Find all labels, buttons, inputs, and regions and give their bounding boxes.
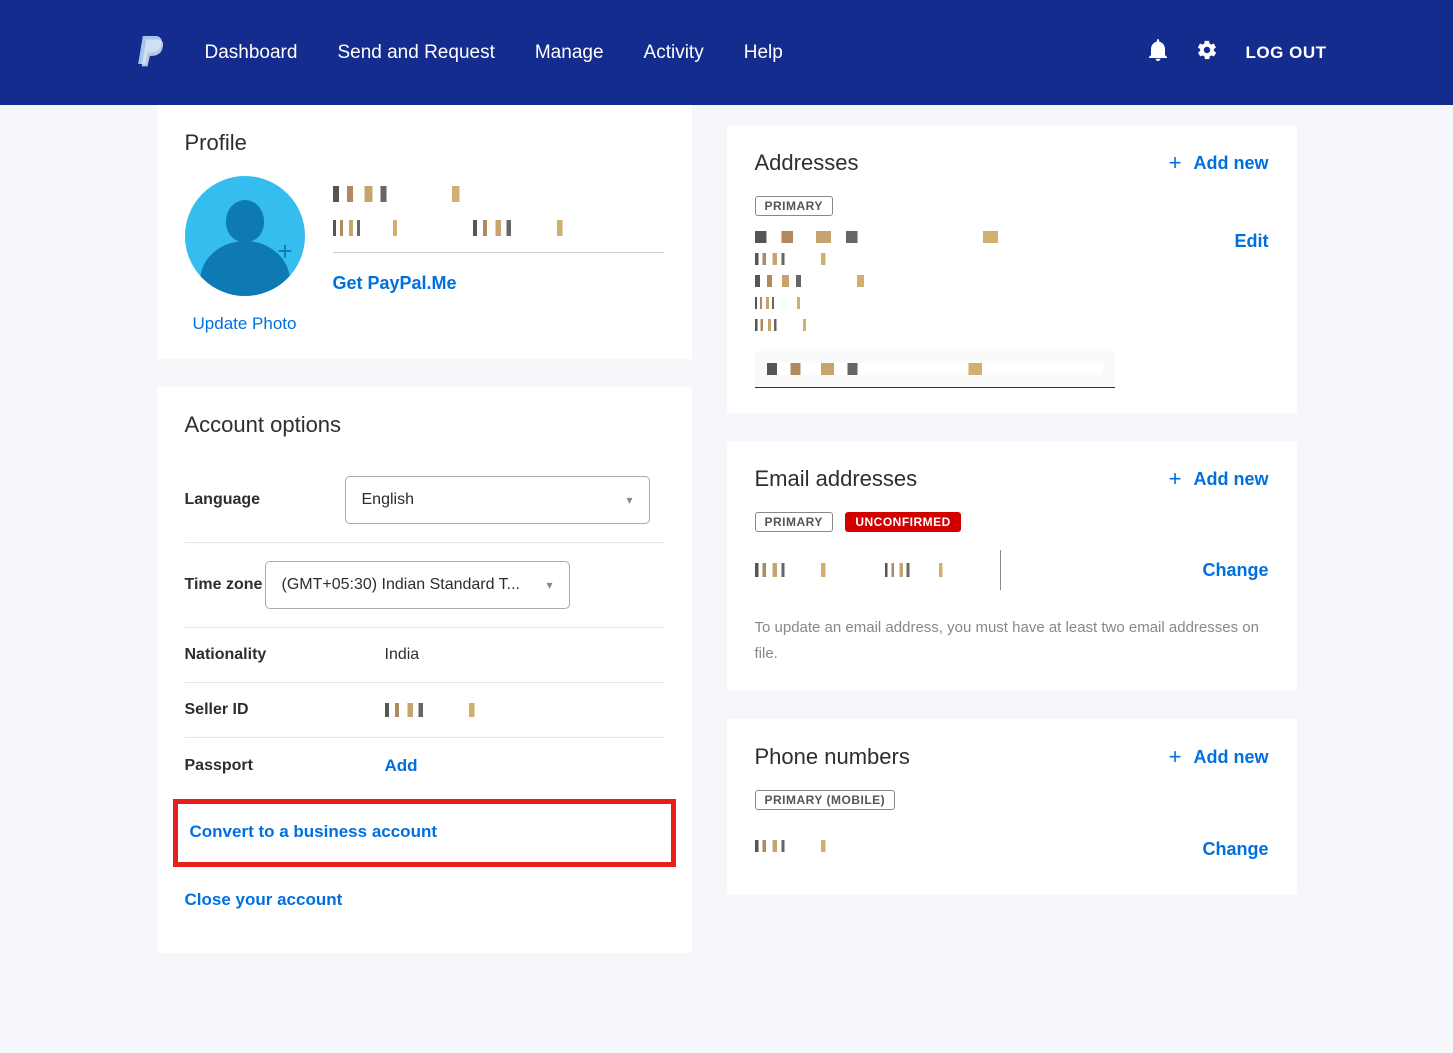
chevron-down-icon: ▾ xyxy=(626,493,632,507)
phones-title: Phone numbers xyxy=(755,744,910,770)
nationality-value: India xyxy=(345,646,664,664)
nav-activity[interactable]: Activity xyxy=(644,42,704,64)
phone-redacted xyxy=(755,840,865,852)
logout-button[interactable]: LOG OUT xyxy=(1246,43,1327,63)
nav-send-request[interactable]: Send and Request xyxy=(337,42,494,64)
nationality-label: Nationality xyxy=(185,646,345,664)
profile-title: Profile xyxy=(185,130,664,156)
convert-business-link[interactable]: Convert to a business account xyxy=(190,822,438,841)
emails-card: Email addresses + Add new PRIMARY UNCONF… xyxy=(727,441,1297,691)
plus-icon: + xyxy=(1169,746,1182,768)
paypal-me-link[interactable]: Get PayPal.Me xyxy=(333,273,664,294)
email-redacted xyxy=(755,550,1006,590)
option-row-timezone: Time zone (GMT+05:30) Indian Standard T.… xyxy=(185,543,664,628)
profile-card: Profile + Update Photo Get xyxy=(157,105,692,359)
unconfirmed-badge: UNCONFIRMED xyxy=(845,512,961,532)
seller-id-redacted xyxy=(385,703,525,717)
emails-add-new[interactable]: + Add new xyxy=(1169,468,1269,490)
email-note: To update an email address, you must hav… xyxy=(755,615,1269,666)
address-redacted xyxy=(755,231,1135,341)
address-footer-redacted xyxy=(755,351,1115,388)
option-row-nationality: Nationality India xyxy=(185,628,664,683)
phones-card: Phone numbers + Add new PRIMARY (MOBILE)… xyxy=(727,719,1297,895)
avatar-icon[interactable]: + xyxy=(185,176,305,296)
nav-manage[interactable]: Manage xyxy=(535,42,604,64)
profile-email-redacted xyxy=(473,220,613,236)
primary-badge: PRIMARY xyxy=(755,512,833,532)
emails-title: Email addresses xyxy=(755,466,918,492)
update-photo-link[interactable]: Update Photo xyxy=(185,314,305,334)
profile-account-type-redacted xyxy=(333,220,433,236)
chevron-down-icon: ▾ xyxy=(546,578,552,592)
passport-add-link[interactable]: Add xyxy=(385,756,418,775)
timezone-select[interactable]: (GMT+05:30) Indian Standard T... ▾ xyxy=(265,561,570,609)
phone-change-link[interactable]: Change xyxy=(1202,839,1268,860)
email-change-link[interactable]: Change xyxy=(1202,560,1268,581)
nav-help[interactable]: Help xyxy=(744,42,783,64)
option-row-seller-id: Seller ID xyxy=(185,683,664,738)
paypal-logo-icon[interactable] xyxy=(137,33,165,72)
option-row-language: Language English ▾ xyxy=(185,458,664,543)
addresses-card: Addresses + Add new PRIMARY Edit xyxy=(727,125,1297,413)
convert-highlight: Convert to a business account xyxy=(173,799,676,867)
plus-icon: + xyxy=(1169,468,1182,490)
nav-dashboard[interactable]: Dashboard xyxy=(205,42,298,64)
primary-badge: PRIMARY xyxy=(755,196,833,216)
passport-label: Passport xyxy=(185,757,345,775)
plus-icon: + xyxy=(277,236,292,267)
addresses-add-new[interactable]: + Add new xyxy=(1169,152,1269,174)
bell-icon[interactable] xyxy=(1148,39,1168,66)
addresses-title: Addresses xyxy=(755,150,859,176)
option-row-passport: Passport Add xyxy=(185,738,664,794)
timezone-value: (GMT+05:30) Indian Standard T... xyxy=(282,576,521,594)
phones-add-new[interactable]: + Add new xyxy=(1169,746,1269,768)
plus-icon: + xyxy=(1169,152,1182,174)
account-options-title: Account options xyxy=(185,412,664,438)
main-nav: Dashboard Send and Request Manage Activi… xyxy=(205,42,783,64)
gear-icon[interactable] xyxy=(1196,39,1218,66)
main-header: Dashboard Send and Request Manage Activi… xyxy=(0,0,1453,105)
close-account-link[interactable]: Close your account xyxy=(185,890,343,909)
account-options-card: Account options Language English ▾ Time … xyxy=(157,387,692,953)
address-edit-link[interactable]: Edit xyxy=(1235,231,1269,252)
profile-name-redacted xyxy=(333,186,532,202)
language-label: Language xyxy=(185,491,345,509)
primary-mobile-badge: PRIMARY (MOBILE) xyxy=(755,790,896,810)
seller-id-label: Seller ID xyxy=(185,701,345,719)
language-value: English xyxy=(362,491,414,509)
language-select[interactable]: English ▾ xyxy=(345,476,650,524)
